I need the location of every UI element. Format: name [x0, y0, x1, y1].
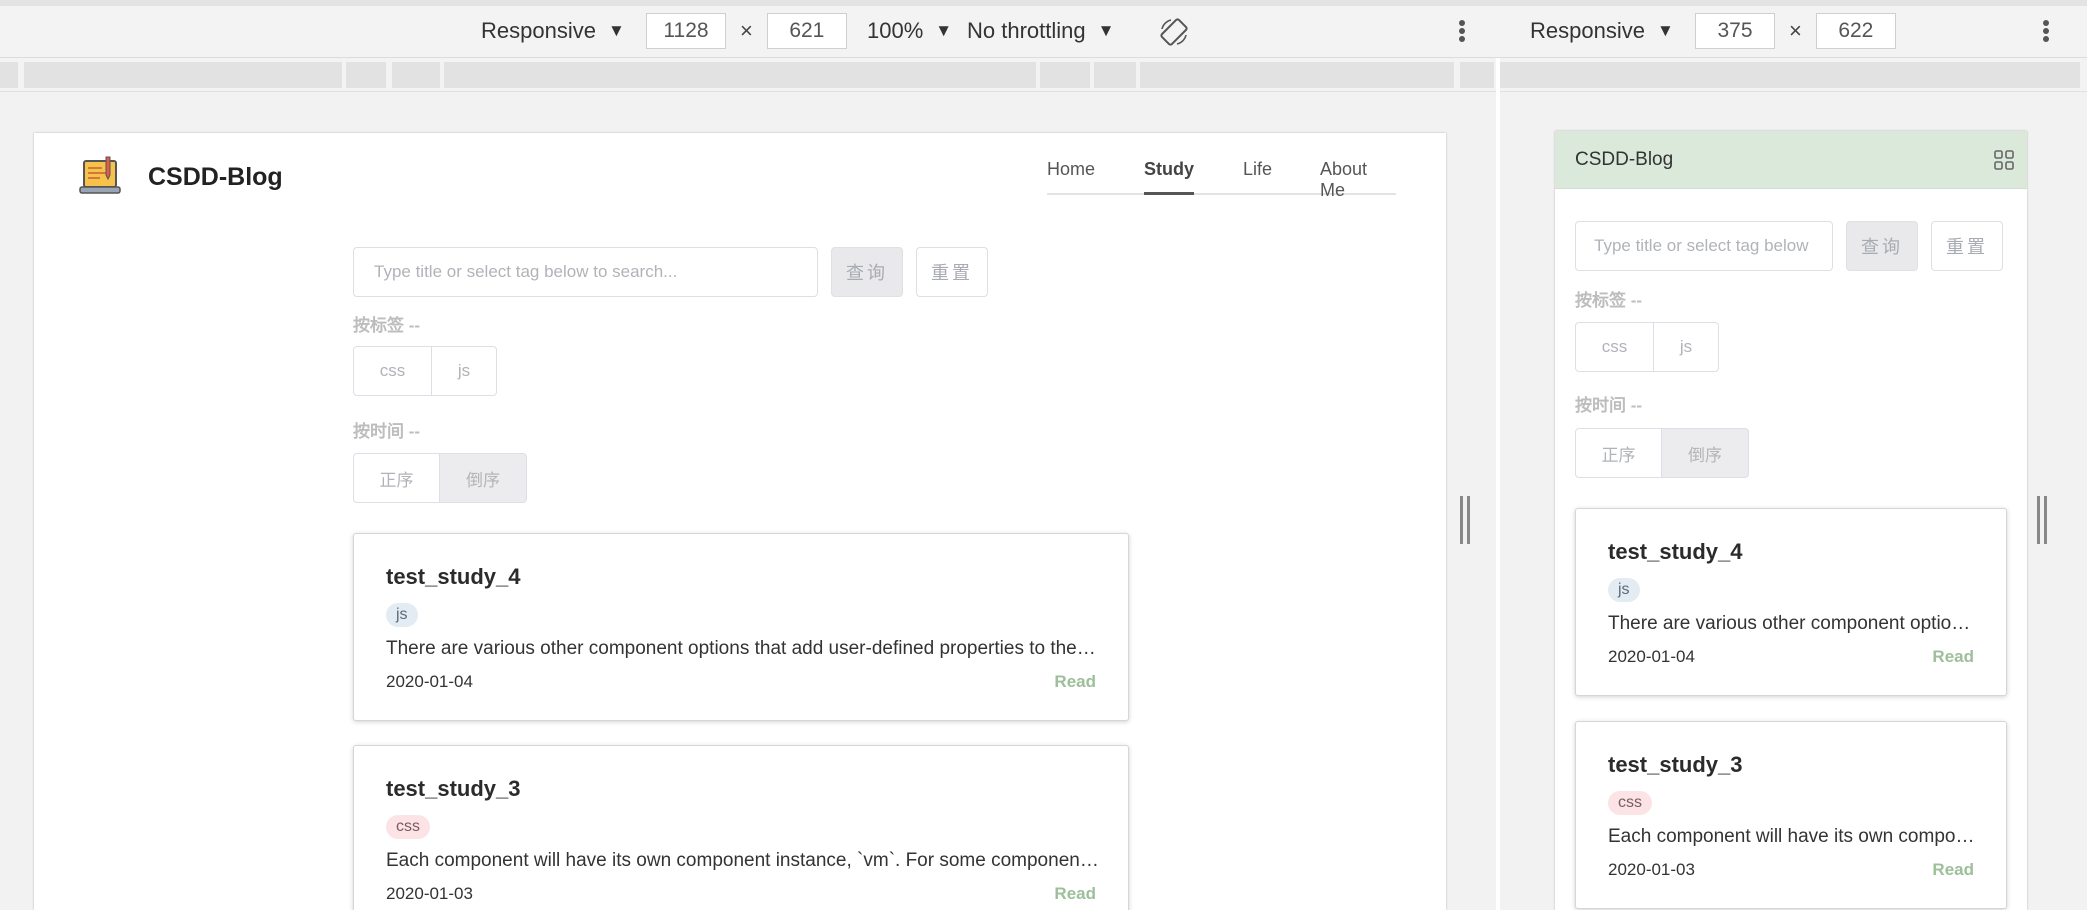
tag-css-button[interactable]: css	[353, 346, 432, 396]
laptop-logo-icon	[79, 156, 121, 194]
zoom-select[interactable]: 100% ▼	[867, 13, 952, 49]
post-date: 2020-01-04	[1608, 647, 1695, 666]
post-card[interactable]: test_study_3 css Each component will hav…	[1575, 721, 2007, 909]
post-card[interactable]: test_study_4 js There are various other …	[1575, 508, 2007, 696]
width-input[interactable]: 1128	[646, 13, 726, 49]
device-select-left[interactable]: Responsive ▼	[481, 13, 625, 49]
reset-button[interactable]: 重置	[916, 247, 988, 297]
time-filter-label: 按时间 --	[353, 422, 421, 441]
post-tag: js	[1608, 578, 1640, 602]
dimensions-left: 1128 × 621	[646, 13, 847, 49]
post-title[interactable]: test_study_3	[1608, 752, 1743, 778]
time-order-group: 正序 倒序	[1575, 428, 1749, 478]
device-select-right[interactable]: Responsive ▼	[1530, 13, 1674, 49]
post-description: Each component will have its own compone…	[386, 850, 1099, 871]
times-label: ×	[740, 18, 753, 43]
nav-home[interactable]: Home	[1047, 159, 1095, 195]
time-filter-label: 按时间 --	[1575, 396, 1643, 415]
post-title[interactable]: test_study_3	[386, 776, 521, 802]
read-link[interactable]: Read	[1932, 647, 1974, 667]
post-description: There are various other component option…	[386, 638, 1099, 659]
nav-life[interactable]: Life	[1243, 159, 1272, 195]
caret-down-icon: ▼	[1097, 21, 1115, 40]
order-desc-button[interactable]: 倒序	[1662, 428, 1749, 478]
resize-handle-icon[interactable]	[1460, 496, 1470, 544]
media-query-ruler	[0, 58, 1496, 92]
post-card[interactable]: test_study_3 css Each component will hav…	[353, 745, 1129, 910]
devtools-toolbar: Responsive ▼ 1128 × 621 100% ▼ No throttli…	[0, 0, 2087, 58]
mobile-header: CSDD-Blog	[1555, 131, 2027, 189]
post-title[interactable]: test_study_4	[386, 564, 521, 590]
throttling-label: No throttling	[967, 18, 1086, 43]
height-input[interactable]: 622	[1815, 13, 1896, 49]
site-brand[interactable]: CSDD-Blog	[1575, 149, 1673, 171]
times-label: ×	[1789, 18, 1802, 43]
tag-filter-label: 按标签 --	[1575, 291, 1643, 310]
reset-button[interactable]: 重置	[1931, 221, 2003, 271]
tag-js-button[interactable]: js	[432, 346, 497, 396]
post-date: 2020-01-03	[386, 884, 473, 903]
post-tag: js	[386, 603, 418, 627]
media-query-ruler	[1500, 58, 2087, 92]
caret-down-icon: ▼	[935, 21, 953, 40]
post-tag: css	[386, 815, 430, 839]
time-order-group: 正序 倒序	[353, 453, 527, 503]
nav-study[interactable]: Study	[1144, 159, 1195, 195]
tag-filter-group: css js	[353, 346, 497, 396]
post-title[interactable]: test_study_4	[1608, 539, 1743, 565]
read-link[interactable]: Read	[1054, 884, 1096, 904]
device-label: Responsive	[1530, 18, 1645, 43]
more-options-icon[interactable]	[1456, 16, 1468, 46]
menu-grid-icon[interactable]	[1993, 149, 2015, 171]
site-brand[interactable]: CSDD-Blog	[148, 163, 283, 192]
rotate-icon[interactable]	[1159, 17, 1189, 47]
query-button[interactable]: 查询	[831, 247, 903, 297]
nav-about-me[interactable]: About Me	[1320, 159, 1396, 200]
more-options-icon[interactable]	[2040, 16, 2052, 46]
post-description: Each component will have its own compone…	[1608, 826, 1976, 847]
order-desc-button[interactable]: 倒序	[440, 453, 527, 503]
query-button[interactable]: 查询	[1846, 221, 1918, 271]
post-date: 2020-01-04	[386, 672, 473, 691]
device-label: Responsive	[481, 18, 596, 43]
read-link[interactable]: Read	[1932, 860, 1974, 880]
tag-filter-label: 按标签 --	[353, 316, 421, 335]
mobile-viewport: CSDD-Blog Type title or select tag below…	[1555, 131, 2027, 910]
zoom-label: 100%	[867, 18, 924, 43]
tag-filter-group: css js	[1575, 322, 1719, 372]
search-input[interactable]: Type title or select tag below to search…	[353, 247, 818, 297]
throttling-select[interactable]: No throttling ▼	[967, 13, 1114, 49]
post-description: There are various other component option…	[1608, 613, 1976, 634]
post-tag: css	[1608, 791, 1652, 815]
height-input[interactable]: 621	[766, 13, 847, 49]
order-asc-button[interactable]: 正序	[353, 453, 440, 503]
caret-down-icon: ▼	[1656, 21, 1674, 40]
search-input[interactable]: Type title or select tag below	[1575, 221, 1833, 271]
caret-down-icon: ▼	[607, 21, 625, 40]
post-date: 2020-01-03	[1608, 860, 1695, 879]
main-nav: Home Study Life About Me	[1047, 157, 1396, 200]
width-input[interactable]: 375	[1695, 13, 1775, 49]
order-asc-button[interactable]: 正序	[1575, 428, 1662, 478]
post-card[interactable]: test_study_4 js There are various other …	[353, 533, 1129, 721]
read-link[interactable]: Read	[1054, 672, 1096, 692]
desktop-viewport: CSDD-Blog Home Study Life About Me Type …	[34, 133, 1446, 910]
tag-js-button[interactable]: js	[1654, 322, 1719, 372]
dimensions-right: 375 × 622	[1695, 13, 1896, 49]
tag-css-button[interactable]: css	[1575, 322, 1654, 372]
resize-handle-icon[interactable]	[2037, 496, 2047, 544]
